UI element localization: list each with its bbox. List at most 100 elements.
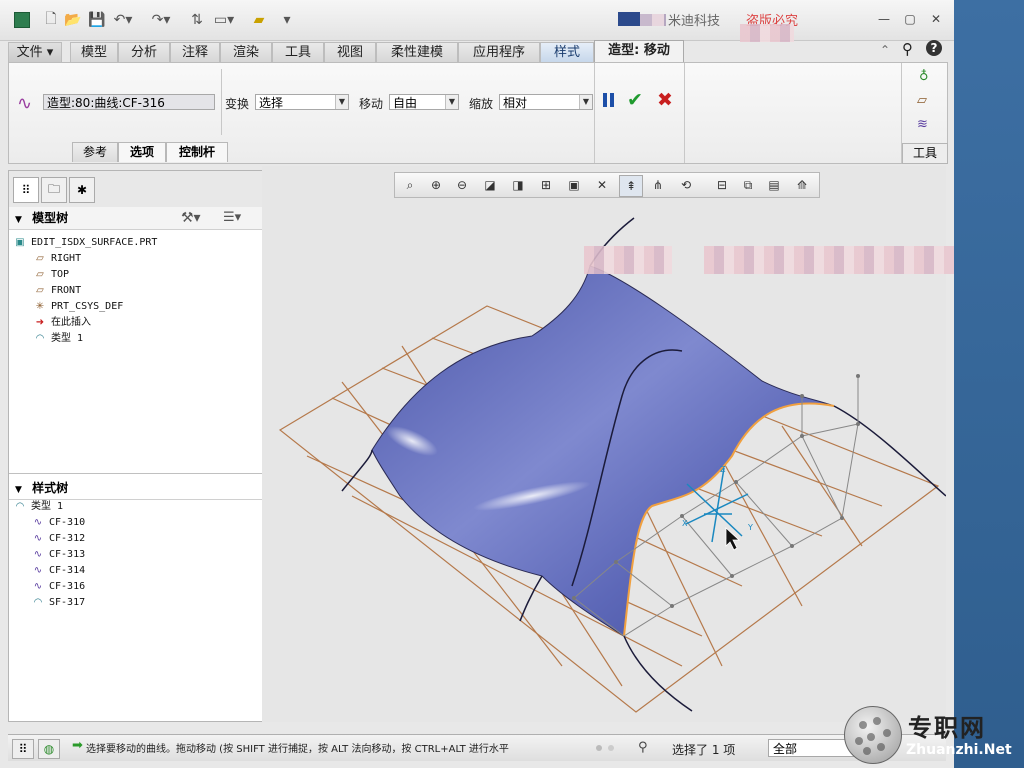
csys-icon: ✳ bbox=[35, 301, 45, 312]
freeform-surface[interactable] bbox=[371, 265, 835, 637]
repaint-icon[interactable]: ◪ bbox=[479, 175, 501, 195]
analysis-display-icon[interactable]: ⟲ bbox=[675, 175, 697, 195]
pause-button[interactable] bbox=[603, 93, 617, 109]
style-tree-item-curve[interactable]: ∿ CF-312 bbox=[31, 531, 85, 546]
graphics-area[interactable]: Z Y X bbox=[262, 166, 954, 722]
regeneration-status-icon bbox=[608, 745, 614, 751]
help-icon[interactable]: ? bbox=[926, 40, 942, 56]
annotation-display-icon[interactable]: ⇞ bbox=[619, 175, 643, 197]
dropdown-arrow-icon: ▼ bbox=[335, 95, 348, 109]
zoom-out-icon[interactable]: ⊖ bbox=[451, 175, 473, 195]
tab-render[interactable]: 渲染 bbox=[220, 42, 272, 63]
transform-value: 选择 bbox=[259, 96, 284, 110]
datum-display-icon[interactable]: ✕ bbox=[591, 175, 613, 195]
tab-view[interactable]: 视图 bbox=[324, 42, 376, 63]
tab-tools[interactable]: 工具 bbox=[272, 42, 324, 63]
customize-toolbar-icon[interactable]: ▾ bbox=[280, 10, 294, 30]
tree-item-label: CF-313 bbox=[49, 549, 86, 560]
close-icon[interactable]: ✕ bbox=[928, 12, 944, 26]
collapse-triangle-icon[interactable]: ▼ bbox=[15, 485, 22, 495]
collapse-ribbon-icon[interactable]: ⌃ bbox=[880, 43, 890, 57]
style-tree-item-feature[interactable]: ◠ 类型 1 bbox=[13, 499, 63, 514]
subtab-control-handles[interactable]: 控制杆 bbox=[166, 142, 228, 162]
model-tree-settings-icon[interactable]: ⚒▾ bbox=[181, 207, 201, 229]
tab-model[interactable]: 模型 bbox=[70, 42, 118, 63]
subtab-options[interactable]: 选项 bbox=[118, 142, 166, 162]
style-feature-icon: ◠ bbox=[35, 333, 45, 344]
cancel-button[interactable]: ✖ bbox=[657, 89, 673, 111]
part-icon: ▣ bbox=[15, 237, 25, 248]
refit-icon[interactable]: ⌕ bbox=[399, 175, 421, 195]
tree-item-label: 在此插入 bbox=[51, 317, 91, 328]
tree-item-label: CF-314 bbox=[49, 565, 86, 576]
windows-icon[interactable]: ▭▾ bbox=[212, 10, 236, 30]
tree-item-part[interactable]: ▣ EDIT_ISDX_SURFACE.PRT bbox=[13, 235, 157, 250]
subtab-references[interactable]: 参考 bbox=[72, 142, 118, 162]
tab-style-move[interactable]: 造型: 移动 bbox=[594, 40, 684, 63]
folder-browser-tab-icon[interactable]: 🗀 bbox=[41, 177, 67, 203]
model-tree-show-icon[interactable]: ☰▾ bbox=[223, 207, 241, 229]
tab-applications[interactable]: 应用程序 bbox=[458, 42, 540, 63]
close-window-icon[interactable]: ▰ bbox=[250, 10, 268, 30]
scale-select[interactable]: 相对 ▼ bbox=[499, 94, 593, 110]
tree-item-top[interactable]: ▱ TOP bbox=[33, 267, 69, 282]
selected-curve-field[interactable]: 造型:80:曲线:CF-316 bbox=[43, 94, 215, 110]
style-tree-item-curve[interactable]: ∿ CF-316 bbox=[31, 579, 85, 594]
new-file-icon[interactable]: 🗋 bbox=[42, 10, 60, 30]
show-browser-icon[interactable]: ◍ bbox=[38, 739, 60, 759]
model-tree-header: ▼ 模型树 ⚒▾ ☰▾ bbox=[9, 207, 263, 230]
maximize-icon[interactable]: ▢ bbox=[902, 12, 918, 26]
tree-item-right[interactable]: ▱ RIGHT bbox=[33, 251, 81, 266]
tab-file[interactable]: 文件 ▾ bbox=[8, 42, 62, 63]
transform-select[interactable]: 选择 ▼ bbox=[255, 94, 349, 110]
style-tree-item-curve[interactable]: ∿ CF-314 bbox=[31, 563, 85, 578]
view-manager-icon[interactable]: ▣ bbox=[563, 175, 585, 195]
save-icon[interactable]: 💾 bbox=[88, 10, 106, 30]
perspective-icon[interactable]: ⟰ bbox=[791, 175, 813, 195]
tree-item-label: 类型 1 bbox=[51, 333, 84, 344]
tab-style[interactable]: 样式 bbox=[540, 42, 594, 63]
tab-annotate[interactable]: 注释 bbox=[170, 42, 220, 63]
move-select[interactable]: 自由 ▼ bbox=[389, 94, 459, 110]
style-tree-item-surface[interactable]: ◠ SF-317 bbox=[31, 595, 86, 610]
show-navigator-icon[interactable]: ⠿ bbox=[12, 739, 34, 759]
tab-analysis[interactable]: 分析 bbox=[118, 42, 170, 63]
tree-item-label: TOP bbox=[51, 269, 70, 280]
view-switch-icon[interactable]: ⧉ bbox=[737, 175, 759, 195]
zoom-in-icon[interactable]: ⊕ bbox=[425, 175, 447, 195]
panel-divider[interactable] bbox=[9, 473, 263, 474]
tree-item-front[interactable]: ▱ FRONT bbox=[33, 283, 81, 298]
minimize-icon[interactable]: — bbox=[876, 12, 892, 26]
selection-count[interactable]: 选择了 1 项 bbox=[672, 741, 735, 758]
ribbon-tab-bar: 文件 ▾ 模型 分析 注释 渲染 工具 视图 柔性建模 应用程序 样式 造型: … bbox=[8, 40, 946, 63]
tool-curvature-icon[interactable]: ≋ bbox=[917, 117, 928, 132]
redo-icon[interactable]: ↷▾ bbox=[150, 10, 172, 30]
tree-item-style-feature[interactable]: ◠ 类型 1 bbox=[33, 331, 83, 346]
saved-orientations-icon[interactable]: ⊞ bbox=[535, 175, 557, 195]
tree-item-insert-here[interactable]: ➜ 在此插入 bbox=[33, 315, 91, 330]
tree-item-csys[interactable]: ✳ PRT_CSYS_DEF bbox=[33, 299, 123, 314]
style-tree-item-curve[interactable]: ∿ CF-313 bbox=[31, 547, 85, 562]
status-bar: ⠿ ◍ ➡ 选择要移动的曲线。拖动移动 (按 SHIFT 进行捕捉，按 ALT … bbox=[8, 734, 946, 761]
active-plane-icon[interactable]: ⊟ bbox=[711, 175, 733, 195]
multi-view-icon[interactable]: ▤ bbox=[763, 175, 785, 195]
style-tree-item-curve[interactable]: ∿ CF-310 bbox=[31, 515, 85, 530]
search-icon[interactable]: ⚲ bbox=[902, 40, 913, 58]
tab-flexible-modeling[interactable]: 柔性建模 bbox=[376, 42, 458, 63]
model-tree-tab-icon[interactable]: ⠿ bbox=[13, 177, 39, 203]
collapse-triangle-icon[interactable]: ▼ bbox=[15, 215, 22, 225]
tool-surface-icon[interactable]: ▱ bbox=[917, 93, 927, 108]
display-style-icon[interactable]: ◨ bbox=[507, 175, 529, 195]
curve-icon: ∿ bbox=[33, 549, 43, 560]
tree-item-label: SF-317 bbox=[49, 597, 86, 608]
surface-icon: ◠ bbox=[33, 597, 43, 608]
favorites-tab-icon[interactable]: ✱ bbox=[69, 177, 95, 203]
open-file-icon[interactable]: 📂 bbox=[64, 10, 82, 30]
style-curve-display-icon[interactable]: ⋔ bbox=[647, 175, 669, 195]
find-icon[interactable]: ⚲ bbox=[638, 740, 648, 755]
regenerate-icon[interactable]: ⇅ bbox=[188, 10, 206, 30]
accept-button[interactable]: ✔ bbox=[627, 89, 643, 111]
tool-analysis-icon[interactable]: ♁ bbox=[919, 69, 929, 84]
tools-group-label[interactable]: 工具 bbox=[902, 143, 948, 164]
undo-icon[interactable]: ↶▾ bbox=[112, 10, 134, 30]
